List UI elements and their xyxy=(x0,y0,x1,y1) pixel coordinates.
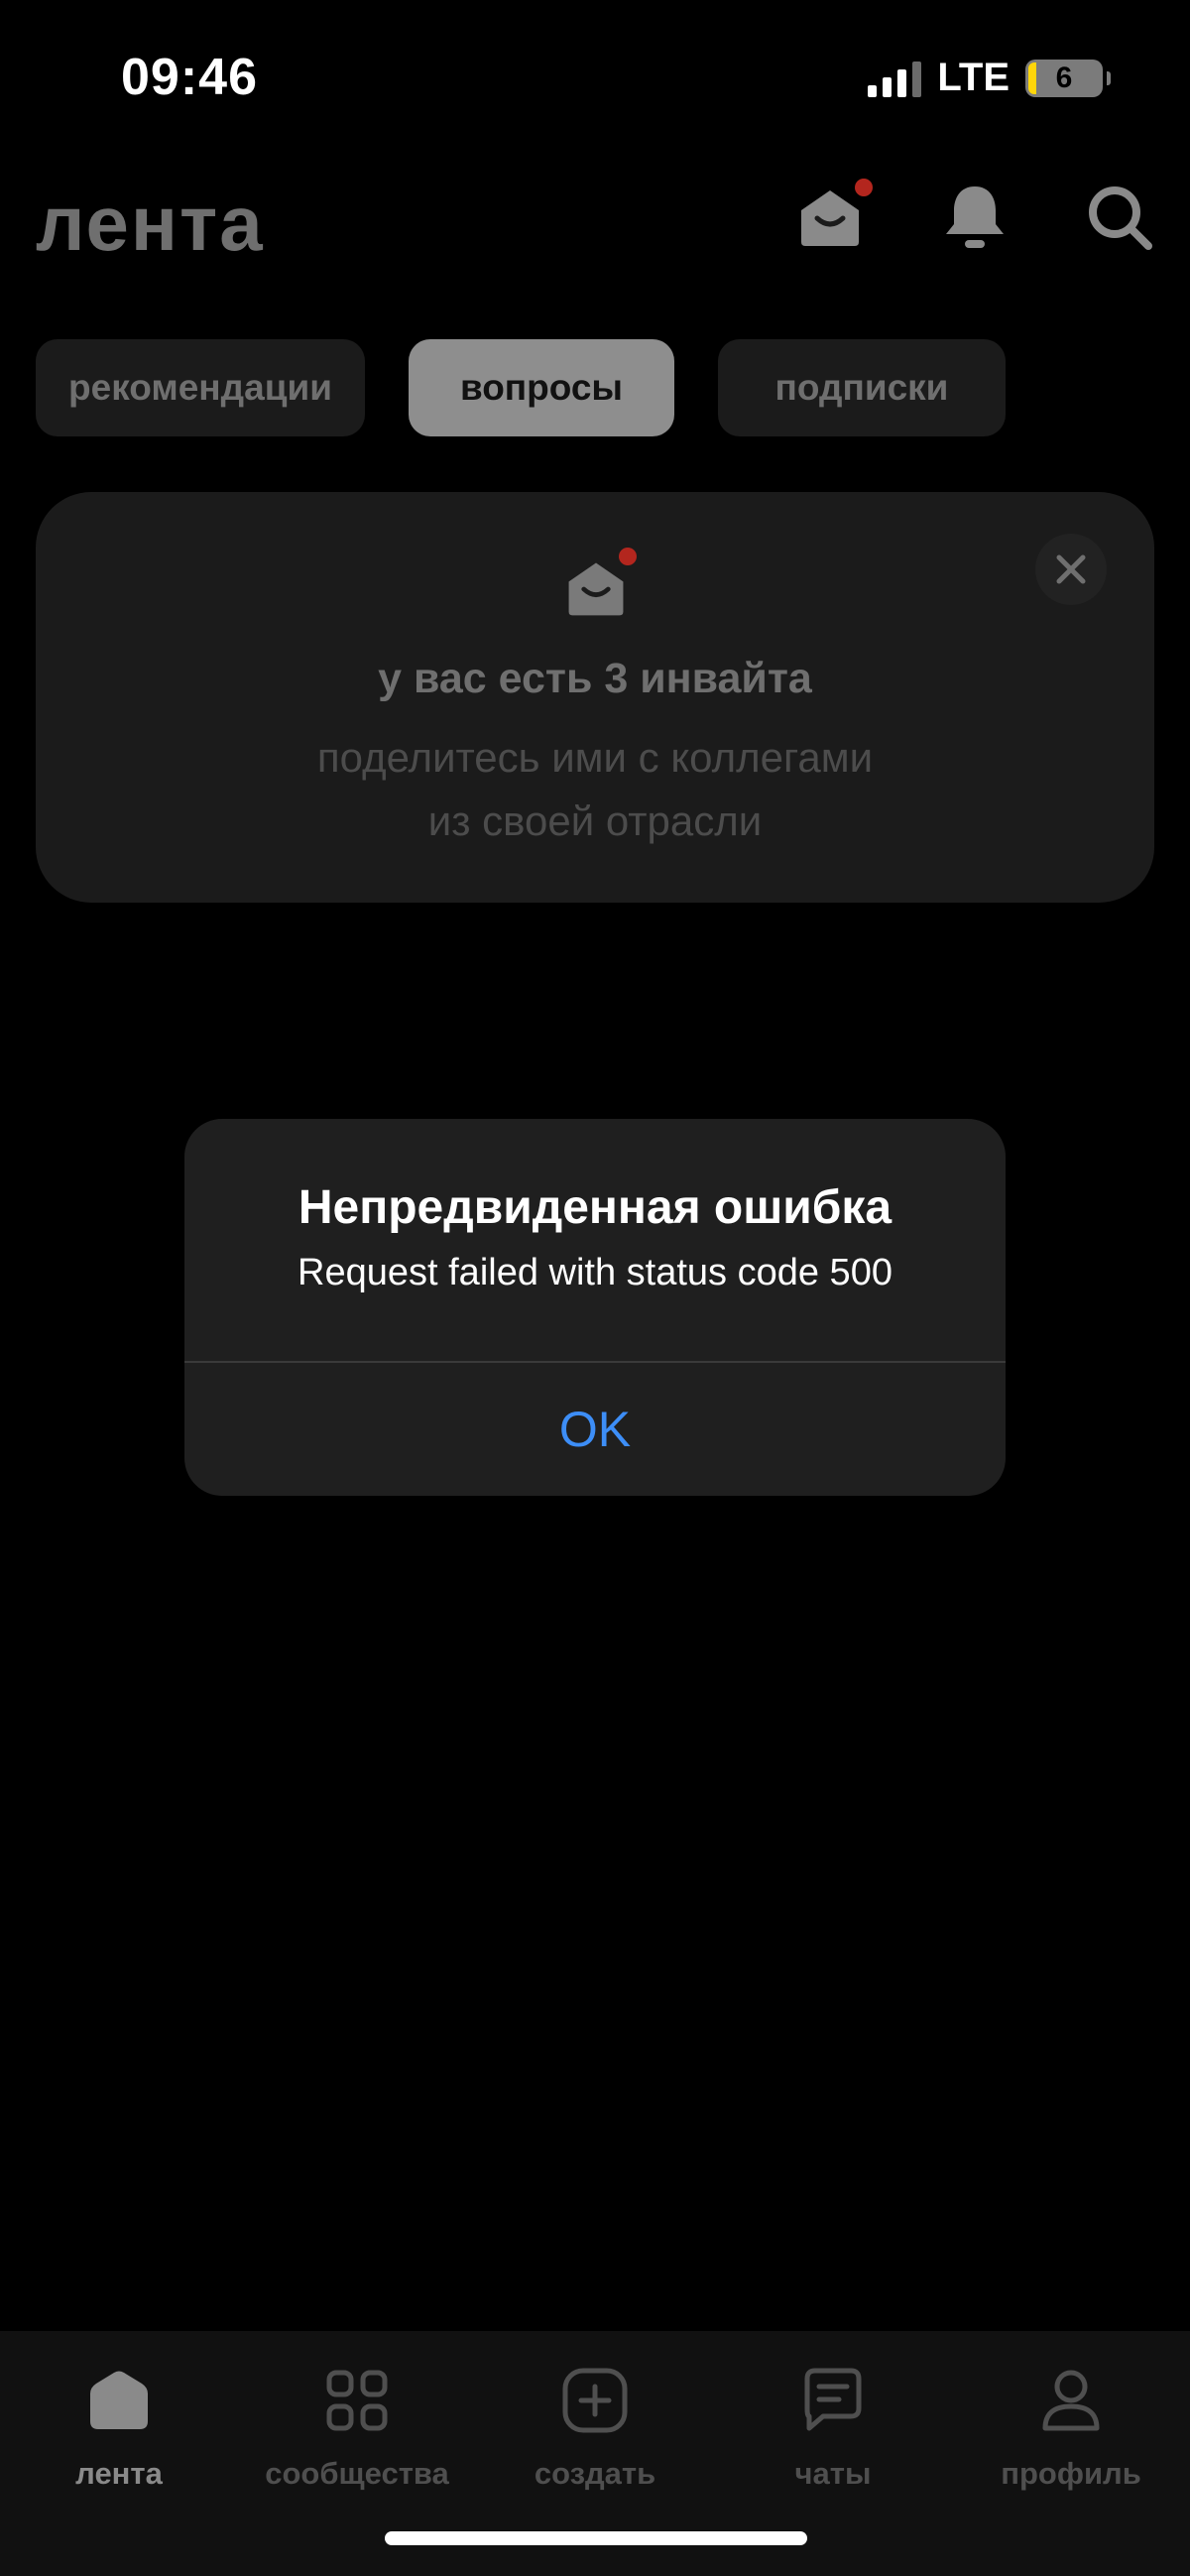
nav-item-profile[interactable]: профиль xyxy=(952,2361,1190,2492)
home-indicator[interactable] xyxy=(385,2531,807,2545)
close-card-button[interactable] xyxy=(1035,534,1107,605)
invite-card: у вас есть 3 инвайта поделитесь ими с ко… xyxy=(36,492,1154,903)
network-type: LTE xyxy=(937,56,1010,99)
nav-label: сообщества xyxy=(265,2456,449,2491)
tab-recommendations[interactable]: рекомендации xyxy=(36,339,365,436)
invites-button[interactable] xyxy=(793,179,873,254)
alert-message: Request failed with status code 500 xyxy=(298,1252,892,1293)
notification-dot xyxy=(619,548,637,565)
tab-subscriptions[interactable]: подписки xyxy=(718,339,1006,436)
status-indicators: LTE 6 xyxy=(868,56,1111,100)
error-alert: Непредвиденная ошибка Request failed wit… xyxy=(184,1119,1006,1496)
notifications-button[interactable] xyxy=(938,181,1012,254)
invite-subtitle-line-1: поделитесь ими с коллегами xyxy=(316,734,874,781)
invite-envelope xyxy=(561,548,637,623)
nav-label: профиль xyxy=(1001,2456,1141,2491)
home-icon xyxy=(90,2371,148,2429)
invite-title: у вас есть 3 инвайта xyxy=(378,655,812,702)
app-logo: лента xyxy=(36,180,265,267)
plus-square-icon xyxy=(562,2368,628,2433)
nav-label: создать xyxy=(534,2456,656,2491)
close-icon xyxy=(1056,554,1086,584)
envelope-icon xyxy=(568,562,624,616)
status-time: 09:46 xyxy=(121,49,258,106)
invite-subtitle-line-2: из своей отрасли xyxy=(427,797,763,844)
battery-icon: 6 xyxy=(1025,59,1103,97)
nav-item-feed[interactable]: лента xyxy=(0,2361,238,2492)
nav-item-communities[interactable]: сообщества xyxy=(238,2361,476,2492)
alert-title: Непредвиденная ошибка xyxy=(298,1181,892,1234)
user-icon xyxy=(1042,2370,1100,2431)
bell-icon xyxy=(946,186,1004,248)
invite-subtitle: поделитесь ими с коллегами из своей отра… xyxy=(36,726,1154,853)
chat-icon xyxy=(804,2368,862,2431)
battery-level: 6 xyxy=(1055,61,1073,94)
nav-item-create[interactable]: создать xyxy=(476,2361,714,2492)
search-button[interactable] xyxy=(1083,181,1156,254)
nav-label: чаты xyxy=(794,2456,872,2491)
nav-item-chats[interactable]: чаты xyxy=(714,2361,952,2492)
nav-label: лента xyxy=(75,2456,163,2491)
search-icon xyxy=(1089,186,1152,250)
feed-tabs: рекомендации вопросы подписки xyxy=(36,339,1006,436)
grid-icon xyxy=(326,2370,388,2431)
ok-button[interactable]: OK xyxy=(184,1363,1006,1496)
tab-questions[interactable]: вопросы xyxy=(409,339,674,436)
signal-icon xyxy=(868,60,922,97)
notification-dot xyxy=(855,179,873,196)
